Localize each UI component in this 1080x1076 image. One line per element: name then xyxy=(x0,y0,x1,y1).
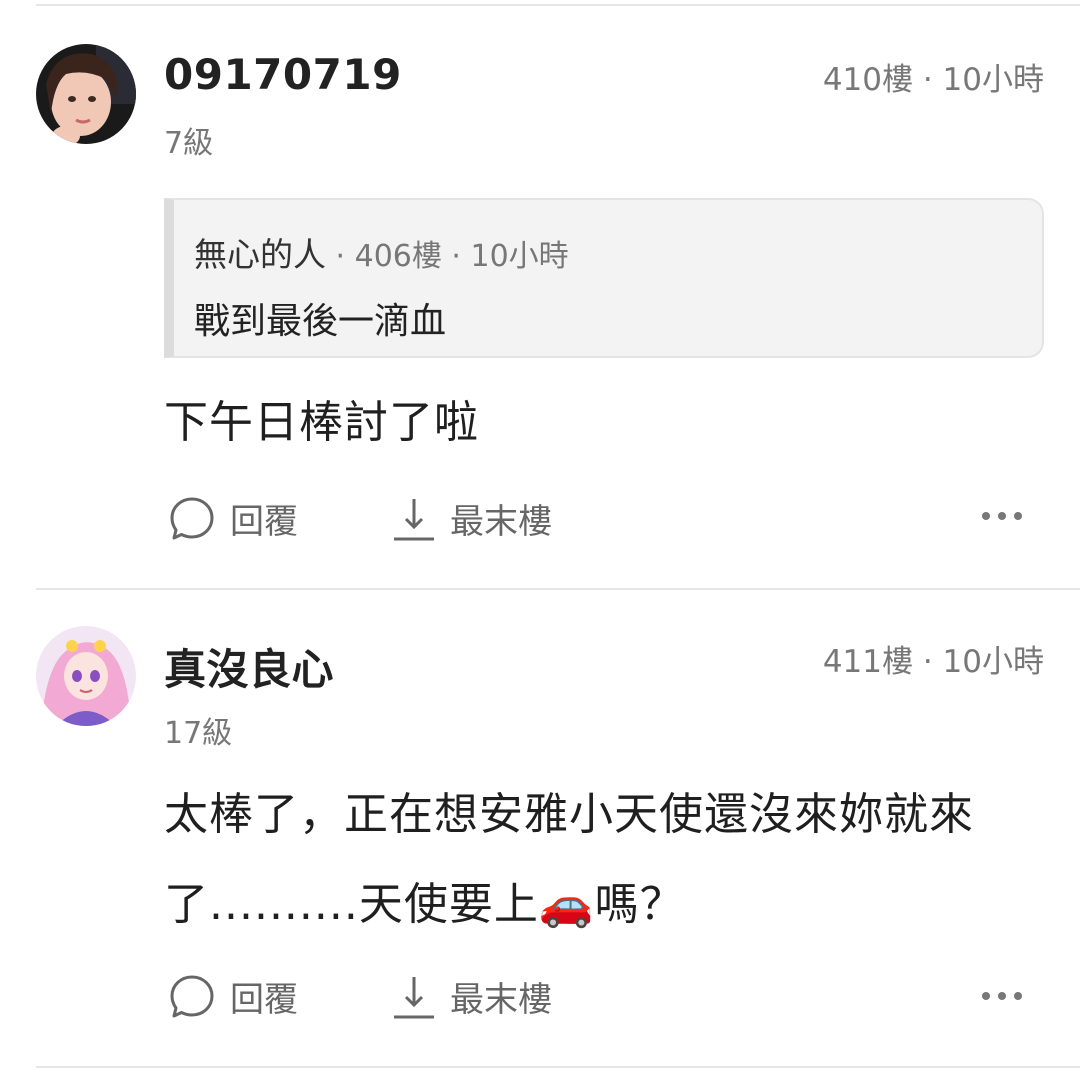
last-floor-button[interactable]: 最末樓 xyxy=(392,972,552,1021)
post-meta: 411樓 · 10小時 xyxy=(823,636,1044,681)
post-content: 下午日棒討了啦 xyxy=(164,397,479,448)
user-level: 7級 xyxy=(164,126,214,161)
post-411: 真沒良心 17級 411樓 · 10小時 太棒了，正在想安雅小天使還沒來妳就來了… xyxy=(0,590,1080,1070)
more-options-icon[interactable] xyxy=(982,992,1022,1002)
dot xyxy=(998,992,1006,1000)
dot xyxy=(998,512,1006,520)
quote-separator: · xyxy=(326,239,355,274)
user-level: 17級 xyxy=(164,716,233,751)
quote-floor: 406樓 xyxy=(354,239,442,274)
quote-time: 10小時 xyxy=(470,239,569,274)
last-floor-label: 最末樓 xyxy=(450,502,552,542)
last-floor-label: 最末樓 xyxy=(450,980,552,1020)
quote-header: 無心的人 · 406樓 · 10小時 xyxy=(194,228,569,276)
username[interactable]: 真沒良心 xyxy=(164,636,334,697)
username[interactable]: 09170719 xyxy=(164,50,402,99)
floor-number: 411樓 xyxy=(822,644,913,680)
avatar[interactable] xyxy=(36,626,136,726)
reply-label: 回覆 xyxy=(230,980,298,1020)
dot xyxy=(1014,512,1022,520)
dot xyxy=(982,992,990,1000)
comment-bubble-icon xyxy=(170,975,214,1017)
post-meta: 410樓 · 10小時 xyxy=(823,54,1044,99)
more-options-icon[interactable] xyxy=(982,512,1022,522)
reply-button[interactable]: 回覆 xyxy=(168,494,298,543)
quoted-reply[interactable]: 無心的人 · 406樓 · 10小時 戰到最後一滴血 xyxy=(164,198,1044,358)
quote-author: 無心的人 xyxy=(194,235,326,274)
bottom-divider xyxy=(36,1066,1080,1068)
post-content: 太棒了，正在想安雅小天使還沒來妳就來了..........天使要上🚗嗎？ xyxy=(164,789,974,930)
arrow-to-bottom-icon xyxy=(394,498,434,540)
post-time: 10小時 xyxy=(942,62,1044,98)
quote-text: 戰到最後一滴血 xyxy=(194,301,447,342)
arrow-to-bottom-icon xyxy=(394,976,434,1018)
dot xyxy=(982,512,990,520)
post-time: 10小時 xyxy=(942,644,1044,680)
meta-separator: · xyxy=(912,62,943,98)
post-410: 09170719 7級 410樓 · 10小時 無心的人 · 406樓 · 10… xyxy=(0,0,1080,590)
quote-separator: · xyxy=(441,239,471,274)
comment-bubble-icon xyxy=(170,497,214,539)
reply-label: 回覆 xyxy=(230,502,298,542)
avatar[interactable] xyxy=(36,44,136,144)
dot xyxy=(1014,992,1022,1000)
reply-button[interactable]: 回覆 xyxy=(168,972,298,1021)
last-floor-button[interactable]: 最末樓 xyxy=(392,494,552,543)
floor-number: 410樓 xyxy=(822,62,913,98)
meta-separator: · xyxy=(912,644,943,680)
